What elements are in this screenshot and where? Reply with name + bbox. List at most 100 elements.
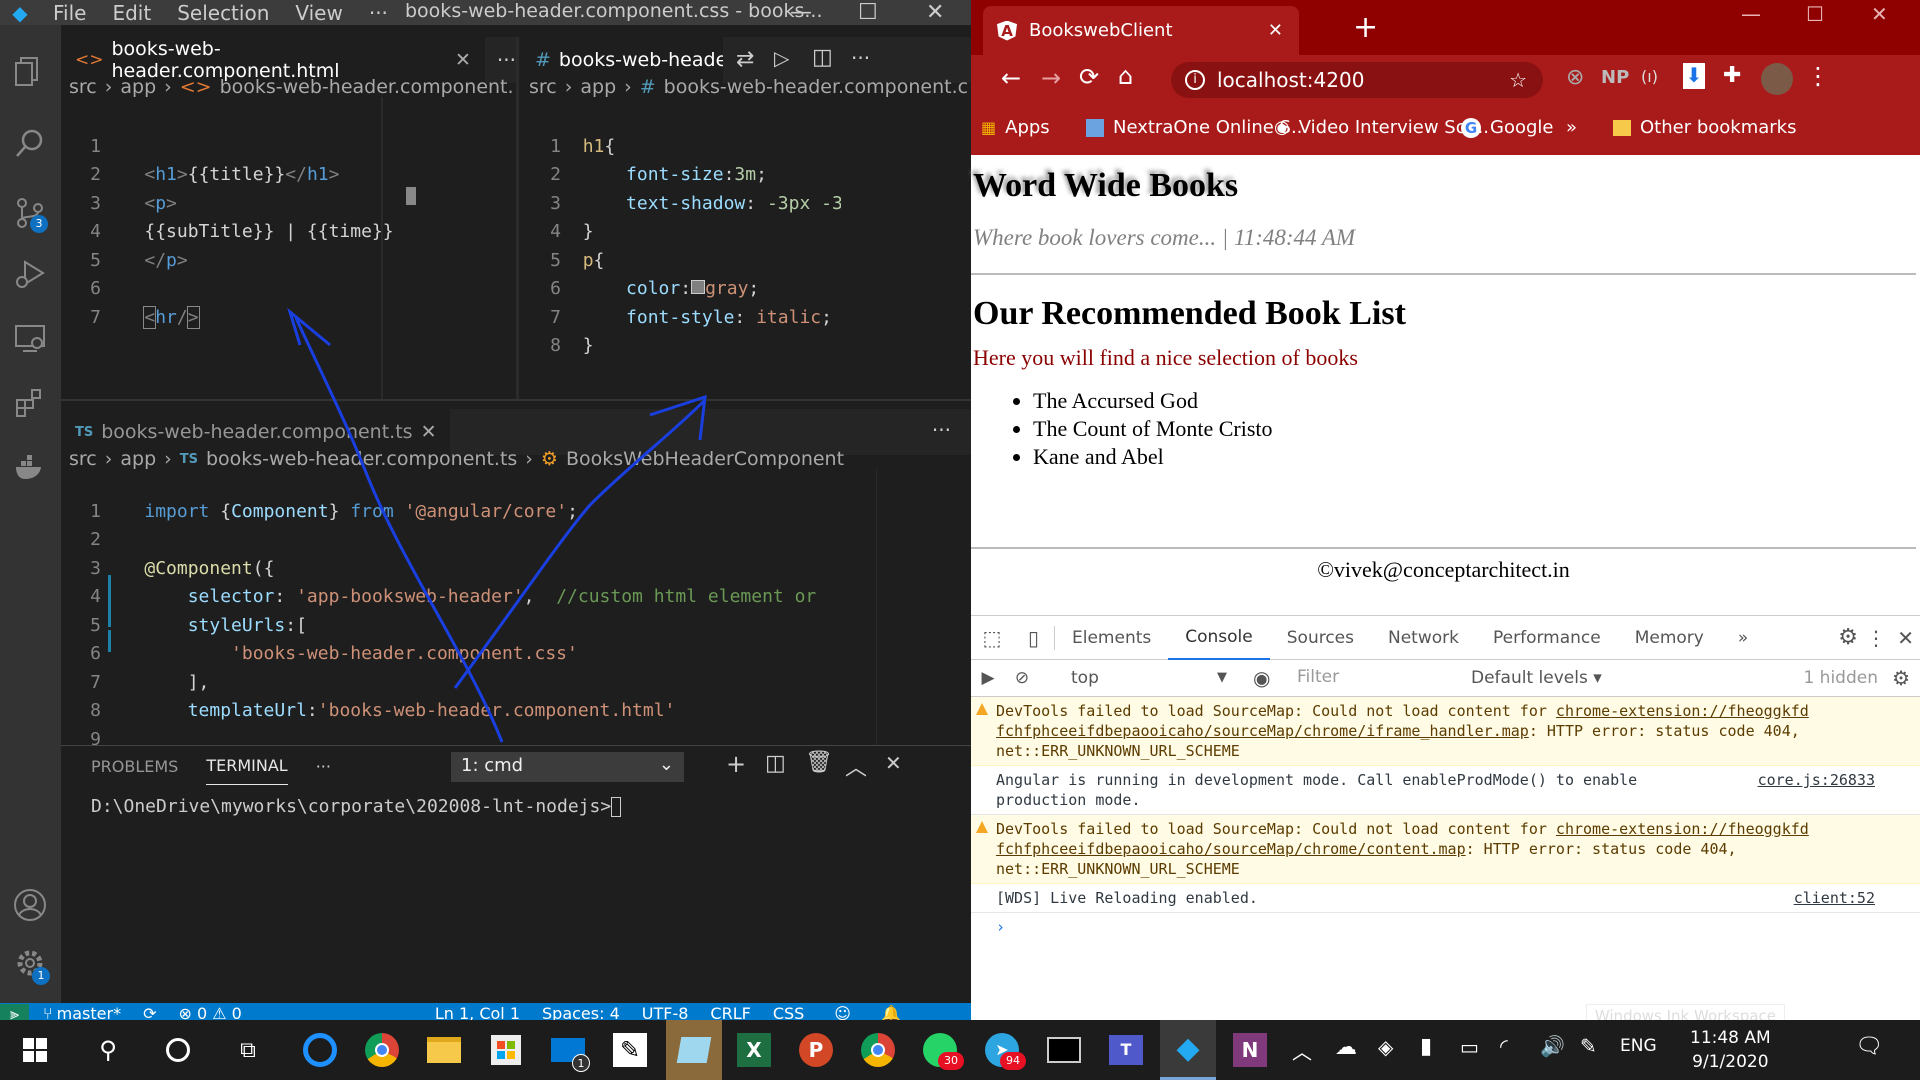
source-link[interactable]: client:52: [1794, 888, 1875, 908]
store-icon[interactable]: [486, 1030, 526, 1070]
forward-icon[interactable]: →: [1041, 64, 1061, 92]
windows-start-icon[interactable]: [15, 1030, 55, 1070]
search-icon[interactable]: [4, 117, 56, 169]
crumb-file[interactable]: books-web-header.component.css: [664, 76, 969, 98]
source-link[interactable]: chrome-extension://fheoggkfd: [1556, 702, 1809, 720]
menu-kebab-icon[interactable]: ⋮: [1806, 62, 1830, 90]
maximize-icon[interactable]: ☐: [858, 0, 878, 25]
vscode-icon[interactable]: ◆: [1160, 1020, 1216, 1080]
close-panel-icon[interactable]: ✕: [885, 751, 902, 775]
split-editor-icon[interactable]: ◫: [812, 45, 833, 70]
avatar[interactable]: [1761, 63, 1793, 95]
menu-file[interactable]: File: [40, 1, 99, 25]
tab-elements[interactable]: Elements: [1055, 616, 1168, 660]
gear-icon[interactable]: 1: [4, 937, 56, 989]
battery-icon[interactable]: ▭: [1460, 1035, 1479, 1059]
onedrive-icon[interactable]: ☁: [1335, 1035, 1357, 1060]
new-terminal-icon[interactable]: +: [726, 750, 746, 778]
puzzle-icon[interactable]: ✚: [1723, 63, 1741, 88]
sidebar-toggle-icon[interactable]: ▶: [971, 668, 1005, 688]
menu-selection[interactable]: Selection: [164, 1, 282, 25]
extensions-icon[interactable]: [4, 377, 56, 429]
chevron-up-icon[interactable]: ︿: [845, 750, 867, 782]
notification-icon[interactable]: 🗨: [1855, 1034, 1883, 1059]
run-debug-icon[interactable]: [4, 247, 56, 299]
broadcast-extension-icon[interactable]: (ı): [1641, 67, 1658, 86]
crumb-src[interactable]: src: [69, 448, 97, 470]
menu-more[interactable]: ···: [356, 1, 401, 25]
menu-edit[interactable]: Edit: [99, 1, 164, 25]
clear-console-icon[interactable]: ⊘: [1005, 668, 1039, 688]
cortana-app-icon[interactable]: [300, 1030, 340, 1070]
chrome-icon[interactable]: [362, 1030, 402, 1070]
console-prompt[interactable]: ›: [971, 913, 1920, 941]
close-icon[interactable]: ✕: [421, 421, 437, 443]
crumb-src[interactable]: src: [69, 76, 97, 98]
excel-icon[interactable]: X: [734, 1030, 774, 1070]
crumb-app[interactable]: app: [120, 76, 156, 98]
tab-problems[interactable]: PROBLEMS: [91, 757, 178, 776]
minimize-icon[interactable]: —: [790, 0, 812, 25]
menu-view[interactable]: View: [282, 1, 355, 25]
account-icon[interactable]: [4, 879, 56, 931]
docker-icon[interactable]: [4, 440, 56, 492]
telegram-icon[interactable]: ➤ 94: [982, 1030, 1026, 1070]
browser-tab[interactable]: A BookswebClient ✕: [983, 6, 1299, 55]
close-icon[interactable]: ✕: [926, 0, 944, 25]
menu-kebab-icon[interactable]: ⋮: [1866, 626, 1886, 650]
back-icon[interactable]: ←: [1001, 64, 1021, 92]
bookmark-video-interview[interactable]: ◉ Video Interview Sof...: [1274, 117, 1489, 138]
minimize-icon[interactable]: —: [1741, 2, 1761, 26]
bookmark-google[interactable]: G Google: [1461, 117, 1553, 138]
crumb-src[interactable]: src: [529, 76, 557, 98]
context-select[interactable]: top ▼: [1071, 668, 1241, 688]
source-link[interactable]: fchfphceeifdbepaooicaho/sourceMap/chrome…: [996, 840, 1466, 858]
more-actions-icon[interactable]: ···: [932, 418, 951, 442]
panel-more-icon[interactable]: ···: [316, 757, 331, 776]
eye-icon[interactable]: ◉: [1253, 666, 1270, 690]
split-terminal-icon[interactable]: ◫: [765, 751, 786, 776]
file-explorer-icon[interactable]: [424, 1030, 464, 1070]
dropbox-icon[interactable]: ◈: [1378, 1035, 1393, 1059]
volume-icon[interactable]: 🔊: [1540, 1034, 1565, 1058]
log-levels-select[interactable]: Default levels ▾: [1471, 668, 1602, 688]
compare-changes-icon[interactable]: ⇄: [736, 47, 754, 72]
source-control-icon[interactable]: 3: [4, 187, 56, 239]
star-icon[interactable]: ☆: [1509, 68, 1527, 92]
teams-icon[interactable]: T: [1106, 1030, 1146, 1070]
more-actions-icon[interactable]: ···: [497, 48, 516, 72]
terminal-output[interactable]: D:\OneDrive\myworks\corporate\202008-lnt…: [91, 796, 622, 817]
console-filter-input[interactable]: Filter: [1289, 664, 1449, 692]
tab-memory[interactable]: Memory: [1618, 616, 1721, 660]
powerpoint-icon[interactable]: P: [796, 1030, 836, 1070]
close-icon[interactable]: ✕: [1897, 626, 1914, 650]
crumb-app[interactable]: app: [120, 448, 156, 470]
ts-editor[interactable]: 1 import {Component} from '@angular/core…: [61, 469, 876, 746]
notepad-icon[interactable]: [666, 1020, 722, 1080]
source-link[interactable]: chrome-extension://fheoggkfd: [1556, 820, 1809, 838]
tab-performance[interactable]: Performance: [1476, 616, 1618, 660]
onenote-icon[interactable]: N: [1230, 1030, 1270, 1070]
tray-chevron-icon[interactable]: ︿: [1292, 1036, 1312, 1065]
search-icon[interactable]: ⚲: [88, 1030, 128, 1070]
close-icon[interactable]: ✕: [455, 49, 471, 71]
home-icon[interactable]: ⌂: [1118, 62, 1133, 90]
usb-icon[interactable]: ▮: [1420, 1034, 1432, 1059]
extension-icon[interactable]: ⊗: [1566, 65, 1584, 90]
device-toolbar-icon[interactable]: ▯: [1013, 625, 1055, 650]
more-actions-icon[interactable]: ···: [851, 46, 870, 70]
gear-icon[interactable]: ⚙: [1892, 666, 1910, 690]
new-tab-icon[interactable]: +: [1353, 10, 1378, 45]
inspect-element-icon[interactable]: ⬚: [971, 626, 1013, 650]
pane-divider[interactable]: [516, 37, 519, 399]
tab-console[interactable]: Console: [1168, 616, 1270, 660]
other-bookmarks[interactable]: Other bookmarks: [1613, 117, 1796, 138]
tab-sources[interactable]: Sources: [1270, 616, 1371, 660]
tab-terminal[interactable]: TERMINAL: [206, 747, 288, 785]
whatsapp-icon[interactable]: 30: [920, 1030, 964, 1070]
html-editor[interactable]: 1 2 <h1>{{title}}</h1> 3 <p> 4 {{subTitle}…: [61, 104, 394, 389]
source-link[interactable]: fchfphceeifdbepaooicaho/sourceMap/chrome…: [996, 722, 1529, 740]
gear-icon[interactable]: ⚙: [1838, 625, 1858, 650]
minimap[interactable]: [876, 469, 971, 745]
pen-app-icon[interactable]: ✎: [610, 1030, 650, 1070]
